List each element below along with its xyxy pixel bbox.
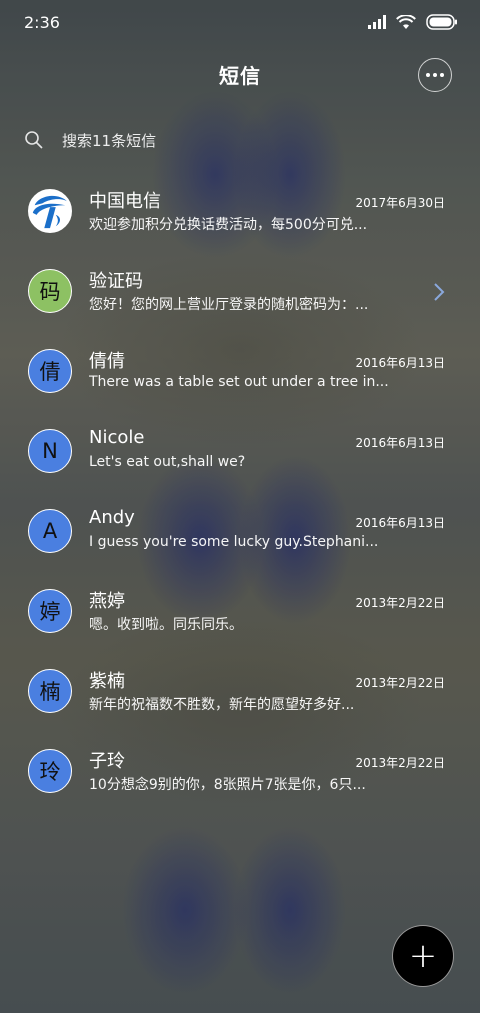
avatar: N [28,429,72,473]
conversation-item[interactable]: 码 验证码 您好！您的网上营业厅登录的随机密码为：... [0,256,480,336]
china-telecom-logo-avatar [28,189,72,233]
search-icon [25,131,43,149]
contact-name: 燕婷 [89,591,125,612]
message-date: 2016年6月13日 [355,356,445,370]
conversation-item[interactable]: A Andy 2016年6月13日 I guess you're some lu… [0,496,480,576]
status-time: 2:36 [24,12,60,32]
conversation-item[interactable]: 玲 子玲 2013年2月22日 10分想念9别的你，8张照片7张是你，6只... [0,736,480,816]
conversation-item[interactable]: 倩 倩倩 2016年6月13日 There was a table set ou… [0,336,480,416]
conversation-item[interactable]: N Nicole 2016年6月13日 Let's eat out,shall … [0,416,480,496]
avatar: 码 [28,269,72,313]
app-header: 短信 [0,52,480,96]
message-date: 2013年2月22日 [355,596,445,610]
page-title: 短信 [219,63,261,88]
conversation-item[interactable]: 中国电信 2017年6月30日 欢迎参加积分兑换话费活动，每500分可兑... [0,176,480,256]
message-preview: Let's eat out,shall we? [89,454,246,470]
contact-name: Nicole [89,427,145,448]
new-message-button[interactable]: + [392,925,454,987]
message-date: 2013年2月22日 [355,756,445,770]
more-dot [433,73,437,77]
search-bar[interactable]: 搜索11条短信 [0,118,480,162]
battery-icon [426,14,457,30]
avatar: 倩 [28,349,72,393]
more-dots-icon [426,73,430,77]
conversation-item[interactable]: 婷 燕婷 2013年2月22日 嗯。收到啦。同乐同乐。 [0,576,480,656]
plus-icon: + [408,936,438,976]
avatar: A [28,509,72,553]
avatar: 玲 [28,749,72,793]
conversation-item[interactable]: 楠 紫楠 2013年2月22日 新年的祝福数不胜数，新年的愿望好多好... [0,656,480,736]
message-preview: 10分想念9别的你，8张照片7张是你，6只... [89,777,366,793]
status-bar: 2:36 [0,0,480,44]
message-preview: 您好！您的网上营业厅登录的随机密码为：... [89,297,369,313]
china-telecom-logo-icon [32,195,68,229]
more-dot [440,73,444,77]
message-date: 2016年6月13日 [355,516,445,530]
message-date: 2013年2月22日 [355,676,445,690]
contact-name: 子玲 [89,751,125,772]
avatar: 婷 [28,589,72,633]
contact-name: Andy [89,507,135,528]
message-preview: 欢迎参加积分兑换话费活动，每500分可兑... [89,217,368,233]
signal-icon [368,15,386,29]
more-options-button[interactable] [418,58,452,92]
message-preview: 新年的祝福数不胜数，新年的愿望好多好... [89,697,355,713]
message-date: 2017年6月30日 [355,196,445,210]
chevron-right-icon[interactable] [433,282,445,302]
conversation-list: 中国电信 2017年6月30日 欢迎参加积分兑换话费活动，每500分可兑... … [0,176,480,816]
contact-name: 验证码 [89,271,143,292]
status-icons [368,14,458,30]
avatar: 楠 [28,669,72,713]
message-preview: I guess you're some lucky guy.Stephani..… [89,534,379,550]
message-preview: There was a table set out under a tree i… [89,374,389,390]
wifi-icon [396,14,416,29]
contact-name: 紫楠 [89,671,125,692]
contact-name: 倩倩 [89,351,125,372]
search-input[interactable]: 搜索11条短信 [62,130,156,151]
message-date: 2016年6月13日 [355,436,445,450]
message-preview: 嗯。收到啦。同乐同乐。 [89,617,243,633]
contact-name: 中国电信 [89,191,161,212]
